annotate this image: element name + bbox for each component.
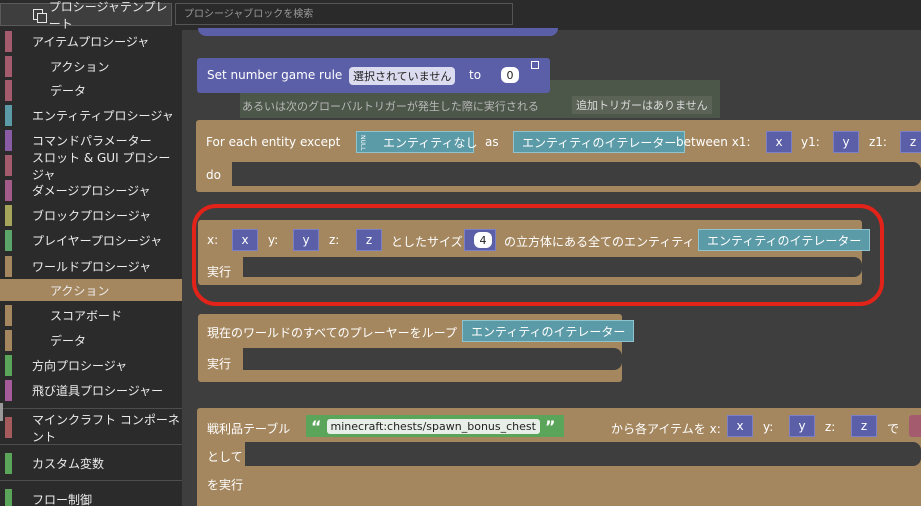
players-loop-label: 現在のワールドのすべてのプレーヤーをループ (207, 326, 457, 340)
partial-socket[interactable] (909, 415, 921, 437)
sidebar-divider (0, 444, 182, 445)
category-color-bar (5, 180, 12, 201)
sidebar-divider (0, 480, 182, 481)
category-sidebar: アイテムプロシージャ アクション データ エンティティプロシージャ コマンドパラ… (0, 30, 182, 506)
loot-de-label: で (887, 422, 900, 436)
category-color-bar (5, 80, 12, 101)
category-color-bar (5, 330, 12, 351)
sidebar-item-label: ダメージプロシージャ (32, 184, 151, 198)
category-color-bar (5, 56, 12, 77)
category-color-bar (5, 453, 12, 474)
category-color-bar (5, 355, 12, 376)
sidebar-item-direction-procedures[interactable]: 方向プロシージャ (0, 353, 182, 378)
players-exec-slot[interactable] (243, 348, 622, 370)
sidebar-item-entity-procedures[interactable]: エンティティプロシージャ (0, 103, 182, 128)
sidebar-item-projectile-procedures[interactable]: 飛び道具プロシージャー (0, 378, 182, 403)
category-color-bar (5, 280, 12, 300)
loop-all-players-block[interactable]: 現在のワールドのすべてのプレーヤーをループ エンティティのイテレーター 実行 (198, 314, 635, 382)
sidebar-item-label: フロー制御 (32, 493, 93, 506)
sidebar-item-player-procedures[interactable]: プレイヤープロシージャ (0, 228, 182, 253)
category-color-bar (5, 205, 12, 226)
sidebar-item-world-scoreboard[interactable]: スコアボード (0, 303, 182, 328)
blockly-workspace[interactable]: あるいは次のグローバルトリガーが発生した際に実行される 追加トリガーはありません… (182, 28, 921, 506)
category-color-bar (5, 417, 12, 438)
sidebar-item-world-data[interactable]: データ (0, 328, 182, 353)
sidebar-item-label: ワールドプロシージャ (32, 260, 152, 274)
loot-exec-label: を実行 (207, 478, 244, 492)
sidebar-item-minecraft-components[interactable]: マインクラフト コンポーネント (0, 413, 182, 444)
players-exec-label: 実行 (207, 357, 232, 371)
app-window: プロシージャテンプレート アイテムプロシージャ アクション データ エンティティ… (0, 0, 921, 506)
sidebar-item-label: プレイヤープロシージャ (32, 234, 163, 248)
sidebar-item-item-data[interactable]: データ (0, 78, 182, 103)
category-color-bar (5, 155, 12, 176)
sidebar-item-world-procedures[interactable]: ワールドプロシージャ (0, 254, 182, 279)
sidebar-resize-handle[interactable] (0, 403, 3, 421)
sidebar-item-label: データ (50, 84, 87, 98)
category-color-bar (5, 130, 12, 151)
sidebar-item-world-actions[interactable]: アクション (0, 279, 182, 301)
sidebar-item-block-procedures[interactable]: ブロックプロシージャ (0, 203, 182, 228)
loot-as-label: として (207, 450, 243, 464)
loot-y-variable[interactable]: y (789, 415, 815, 437)
sidebar-divider (0, 408, 182, 409)
sidebar-item-label: ブロックプロシージャ (32, 209, 152, 223)
sidebar-item-label: エンティティプロシージャ (32, 109, 174, 123)
loot-table-string[interactable]: “ minecraft:chests/spawn_bonus_chest ” (306, 415, 565, 437)
sidebar-item-label: カスタム変数 (32, 457, 105, 471)
category-color-bar (5, 31, 12, 52)
sidebar-item-label: コマンドパラメーター (32, 134, 152, 148)
loot-mid-label: から各アイテムを x: (611, 422, 721, 436)
sidebar-item-custom-variables[interactable]: カスタム変数 (0, 451, 182, 476)
procedure-template-tab[interactable]: プロシージャテンプレート (0, 0, 172, 31)
procedure-template-label: プロシージャテンプレート (48, 0, 168, 31)
category-color-bar (5, 256, 12, 277)
sidebar-item-item-actions[interactable]: アクション (0, 54, 182, 79)
open-quote-icon: “ (311, 416, 322, 436)
sidebar-item-label: アイテムプロシージャ (32, 35, 150, 49)
sidebar-item-label: 方向プロシージャ (32, 359, 128, 373)
sidebar-item-label: アクション (50, 283, 110, 298)
template-icon (33, 9, 47, 23)
category-color-bar (5, 305, 12, 326)
loot-table-block[interactable]: 戦利品テーブル “ minecraft:chests/spawn_bonus_c… (197, 408, 921, 506)
sidebar-item-label: データ (50, 334, 87, 348)
category-color-bar (5, 105, 12, 126)
sidebar-item-label: マインクラフト コンポーネント (32, 412, 180, 444)
players-iterator-input[interactable]: エンティティのイテレーター (462, 320, 635, 342)
loot-y-label: y: (763, 420, 774, 434)
category-color-bar (5, 489, 12, 506)
block-search-input[interactable] (175, 3, 513, 25)
loot-table-path-field[interactable]: minecraft:chests/spawn_bonus_chest (326, 418, 540, 434)
sidebar-item-label: スコアボード (50, 309, 123, 323)
category-color-bar (5, 380, 12, 401)
loot-z-label: z: (825, 420, 836, 434)
sidebar-item-damage-procedures[interactable]: ダメージプロシージャ (0, 178, 182, 203)
loot-exec-slot[interactable] (245, 442, 921, 466)
loot-x-variable[interactable]: x (727, 415, 753, 437)
close-quote-icon: ” (544, 416, 556, 436)
sidebar-item-item-procedures[interactable]: アイテムプロシージャ (0, 29, 182, 54)
category-color-bar (5, 230, 12, 251)
sidebar-item-flow-control[interactable]: フロー制御 (0, 487, 182, 506)
sidebar-item-label: アクション (50, 60, 110, 74)
sidebar-item-slot-gui-procedures[interactable]: スロット & GUI プロシージャ (0, 151, 182, 182)
loot-z-variable[interactable]: z (851, 415, 877, 437)
cube-block-highlight (192, 204, 884, 306)
loot-table-label: 戦利品テーブル (207, 422, 291, 436)
header: プロシージャテンプレート (0, 0, 921, 31)
sidebar-item-label: 飛び道具プロシージャー (32, 384, 164, 398)
